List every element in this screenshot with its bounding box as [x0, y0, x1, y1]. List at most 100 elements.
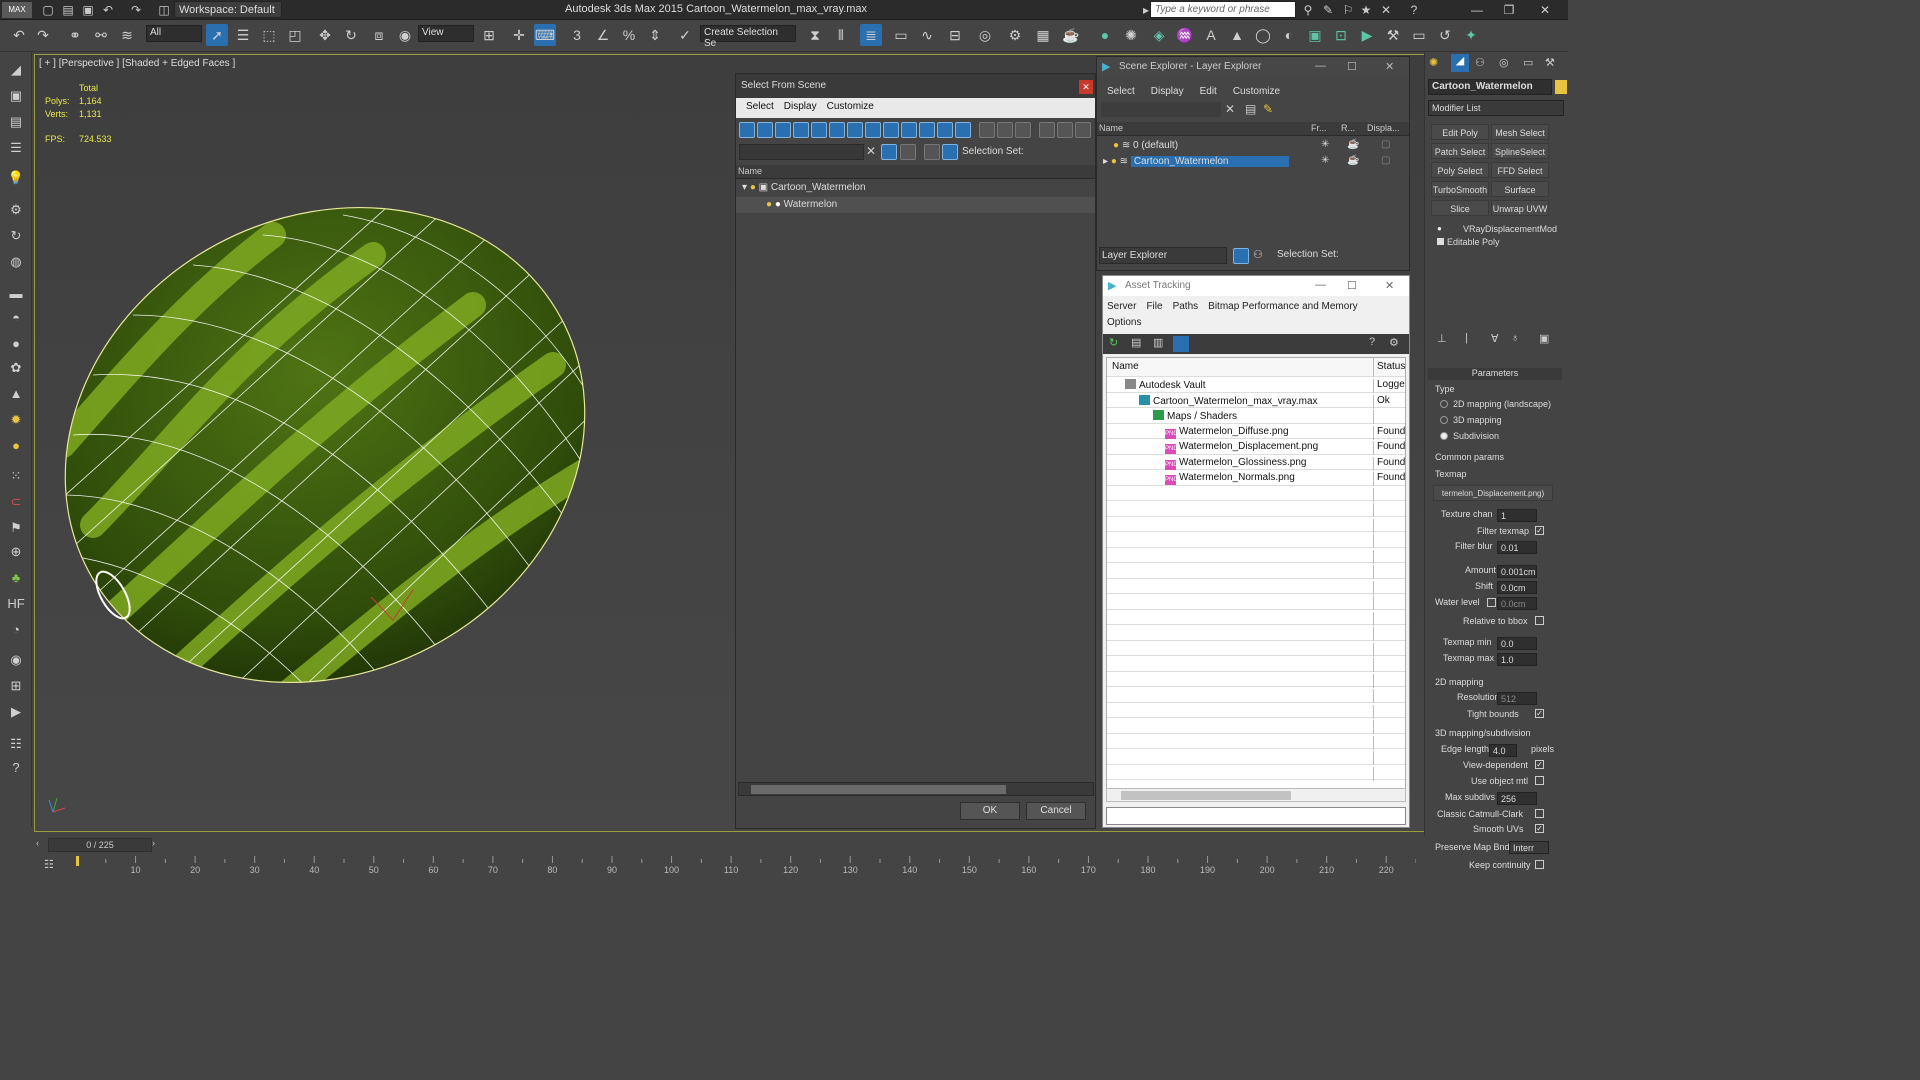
display-frozen-icon[interactable] — [919, 122, 935, 138]
clear-search-icon[interactable]: ✕ — [1225, 102, 1235, 116]
preserve-map-dropdown[interactable]: Interr — [1509, 841, 1549, 854]
current-frame-marker[interactable] — [76, 856, 79, 866]
align-icon[interactable]: ⫴ — [830, 24, 852, 46]
vray-proxy-icon[interactable]: ▣ — [1304, 24, 1326, 46]
asset-path-field[interactable] — [1106, 807, 1406, 825]
sort-list-icon[interactable] — [1015, 122, 1031, 138]
keyboard-shortcut-icon[interactable]: ⌨ — [534, 24, 556, 46]
list-view-icon[interactable]: ▤ — [1131, 336, 1141, 349]
open-file-icon[interactable]: ▤ — [60, 2, 76, 18]
frame-ruler[interactable]: 10 20 30 40 50 60 70 80 90 100 110 120 130 140 150 160 1… — [76, 856, 1416, 876]
sfs-column-name[interactable]: Name — [736, 165, 1095, 179]
vray-frame-buffer-icon[interactable]: ⊡ — [1330, 24, 1352, 46]
close-icon[interactable]: ✕ — [1385, 60, 1394, 73]
rectangular-selection-icon[interactable]: ⬚ — [258, 24, 280, 46]
hedra-icon[interactable]: ✿ — [5, 358, 27, 378]
sphere-teapot-icon[interactable]: ◍ — [5, 252, 27, 272]
light-bulb-icon[interactable]: ● — [766, 199, 772, 210]
mirror-icon[interactable]: ⧗ — [804, 24, 826, 46]
display-box-icon[interactable]: ▢ — [1381, 139, 1390, 150]
asset-horizontal-scrollbar[interactable] — [1106, 788, 1406, 802]
filter-blur-field[interactable]: 0.01 — [1497, 541, 1537, 554]
tree-item-watermelon[interactable]: ● ● Watermelon — [736, 197, 1095, 213]
asset-row[interactable]: PNGWatermelon_Normals.png Found — [1107, 470, 1405, 486]
percent-snap-icon[interactable]: % — [618, 24, 640, 46]
workspace-dropdown[interactable]: Workspace: Default — [174, 1, 282, 18]
hierarchy-tab-icon[interactable]: ⚇ — [1475, 56, 1485, 69]
link-icon[interactable]: ⚭ — [64, 24, 86, 46]
magnet-icon[interactable]: ⊂ — [5, 492, 27, 512]
cone-icon[interactable]: ▲ — [5, 384, 27, 404]
display-cameras-icon[interactable] — [793, 122, 809, 138]
sun-icon[interactable]: ✺ — [1120, 24, 1142, 46]
vray-logo-icon[interactable]: ▶ — [5, 702, 27, 722]
window-crossing-icon[interactable]: ◰ — [284, 24, 306, 46]
vray-mesh-icon[interactable]: ▲ — [1226, 24, 1248, 46]
render-setup-icon[interactable]: ⚙ — [1004, 24, 1026, 46]
help-circle-icon[interactable]: ? — [5, 758, 27, 778]
minimize-icon[interactable]: — — [1315, 279, 1326, 291]
sfs-menu-select[interactable]: Select — [746, 98, 784, 118]
remove-modifier-icon[interactable]: ♁ — [1511, 332, 1519, 344]
layer-row-cartoon-watermelon[interactable]: ▸ ● ≋ Cartoon_Watermelon ✳ ☕ ▢ — [1097, 154, 1409, 170]
vault-icon[interactable]: ⚙ — [1389, 336, 1399, 349]
sliders-icon[interactable]: ⚙ — [5, 200, 27, 220]
display-box-icon[interactable]: ▢ — [1381, 155, 1390, 166]
select-manipulate-icon[interactable]: ✛ — [508, 24, 530, 46]
save-icon[interactable]: ▣ — [80, 2, 96, 18]
use-object-mtl-checkbox[interactable] — [1535, 776, 1544, 785]
selection-filter-dropdown[interactable]: All — [146, 25, 202, 42]
spinner-snap-icon[interactable]: ⇕ — [644, 24, 666, 46]
modifier-button-unwrap-uvw[interactable]: Unwrap UVW — [1491, 200, 1549, 216]
max-subdivs-field[interactable]: 256 — [1497, 792, 1537, 805]
modifier-button-slice[interactable]: Slice — [1431, 200, 1489, 216]
view-dependent-checkbox[interactable]: ✓ — [1535, 760, 1544, 769]
redo-icon[interactable]: ↷ — [32, 24, 54, 46]
modify-tab-icon[interactable]: ◢ — [1451, 54, 1469, 72]
sfs-menu-display[interactable]: Display — [784, 98, 827, 118]
edit-named-selection-icon[interactable]: ✓ — [674, 24, 696, 46]
light-bulb-icon[interactable]: ● — [1437, 224, 1442, 233]
vray-fur-icon[interactable]: ♒ — [1174, 24, 1196, 46]
add-to-layer-icon[interactable]: ✎ — [1263, 102, 1273, 116]
light-bulb-icon[interactable]: 💡 — [5, 168, 27, 188]
make-unique-icon[interactable]: ∀ — [1491, 332, 1499, 345]
se-menu-edit[interactable]: Edit — [1200, 83, 1233, 103]
display-none-icon[interactable] — [979, 122, 995, 138]
binoculars-icon[interactable]: ⚲ — [1300, 2, 1316, 18]
texmap-max-field[interactable]: 1.0 — [1497, 653, 1537, 666]
snaps-toggle-icon[interactable]: 3 — [566, 24, 588, 46]
water-level-checkbox[interactable] — [1487, 598, 1496, 607]
display-geometry-icon[interactable] — [739, 122, 755, 138]
display-all-icon[interactable] — [955, 122, 971, 138]
asset-row[interactable]: PNGWatermelon_Displacement.png Found — [1107, 439, 1405, 455]
clear-search-icon[interactable]: ✕ — [866, 144, 876, 158]
expand-triangle-icon[interactable]: ▸ — [1103, 156, 1108, 167]
render-teapot-icon[interactable]: ☕ — [1347, 155, 1359, 166]
document-icon[interactable]: ▤ — [5, 112, 27, 132]
stack-item-editable-poly[interactable]: Editable Poly — [1447, 237, 1500, 247]
modifier-button-splineselect[interactable]: SplineSelect — [1491, 143, 1549, 159]
radio-3d-mapping[interactable] — [1440, 416, 1448, 424]
utilities-icon[interactable]: ⊞ — [5, 676, 27, 696]
undo-icon[interactable]: ↶ — [100, 2, 116, 18]
asset-row[interactable]: Autodesk Vault Logged — [1107, 377, 1405, 393]
sfs-horizontal-scrollbar[interactable] — [738, 782, 1094, 796]
light-bulb-icon[interactable]: ● — [1111, 156, 1117, 167]
angle-snap-icon[interactable]: ∠ — [592, 24, 614, 46]
close-icon[interactable]: ✕ — [1385, 279, 1394, 292]
help-icon[interactable]: ? — [1406, 2, 1422, 18]
freeze-snowflake-icon[interactable]: ✳ — [1321, 139, 1329, 150]
bind-spacewarp-icon[interactable]: ≋ — [116, 24, 138, 46]
box-icon[interactable]: ▬ — [5, 284, 27, 304]
redo-icon[interactable]: ↷ — [128, 2, 144, 18]
layer-filter-icon[interactable] — [900, 144, 916, 160]
dome-icon[interactable]: ◓ — [5, 308, 27, 328]
tree-options-icon[interactable] — [1075, 122, 1091, 138]
toggle-ribbon-icon[interactable]: ▭ — [890, 24, 912, 46]
select-by-name-icon[interactable]: ☰ — [232, 24, 254, 46]
particles-icon[interactable]: ⁙ — [5, 466, 27, 486]
asset-row[interactable]: Cartoon_Watermelon_max_vray.max Ok — [1107, 393, 1405, 409]
table-view-icon[interactable] — [1173, 336, 1189, 352]
display-hidden-icon[interactable] — [937, 122, 953, 138]
